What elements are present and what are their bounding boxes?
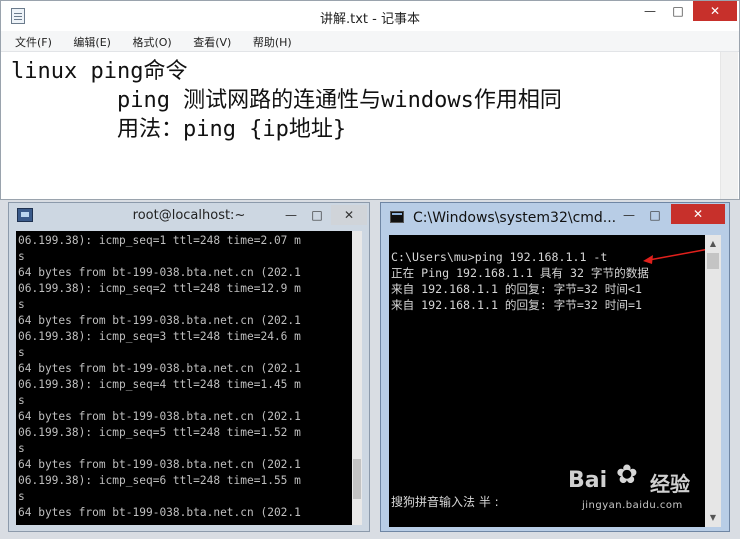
terminal-line: 64 bytes from bt-199-038.bta.net.cn (202… [18,362,301,375]
cmd-icon [390,211,404,223]
terminal-line: 06.199.38): icmp_seq=2 ttl=248 time=12.9… [18,282,301,295]
text-line: ping 测试网路的连通性与windows作用相同 [11,88,562,113]
paw-icon: ✿ [616,460,638,490]
putty-terminal[interactable]: 06.199.38): icmp_seq=1 ttl=248 time=2.07… [16,231,362,525]
baidu-watermark: Bai ✿ 经验 jingyan.baidu.com [560,458,735,522]
text-line: 用法：ping {ip地址} [11,117,347,142]
cmd-titlebar[interactable]: C:\Windows\system32\cmd... — □ ✕ [381,203,729,233]
terminal-output: 06.199.38): icmp_seq=1 ttl=248 time=2.07… [18,233,301,521]
watermark-brand: Bai [568,468,608,493]
putty-window: root@localhost:~ — □ ✕ 06.199.38): icmp_… [8,202,370,532]
scroll-up-icon[interactable]: ▲ [705,237,721,251]
arrow-head [643,255,653,264]
terminal-line: s [18,250,25,263]
terminal-line: 64 bytes from bt-199-038.bta.net.cn (202… [18,314,301,327]
putty-scrollbar[interactable] [352,231,362,525]
terminal-output: C:\Users\mu>ping 192.168.1.1 -t 正在 Ping 1… [391,249,649,313]
menu-file[interactable]: 文件(F) [15,31,52,50]
notepad-menubar: 文件(F) 编辑(E) 格式(O) 查看(V) 帮助(H) [1,31,739,52]
close-button[interactable]: ✕ [331,205,367,225]
maximize-button[interactable]: □ [305,205,329,225]
menu-view[interactable]: 查看(V) [193,31,231,50]
notepad-scrollbar[interactable] [720,52,738,199]
notepad-titlebar[interactable]: 讲解.txt - 记事本 — □ ✕ [1,1,739,31]
maximize-button[interactable]: □ [643,205,667,225]
minimize-button[interactable]: — [617,205,641,225]
notepad-window: 讲解.txt - 记事本 — □ ✕ 文件(F) 编辑(E) 格式(O) 查看(… [0,0,740,200]
terminal-line: s [18,442,25,455]
terminal-line: s [18,394,25,407]
terminal-line: s [18,298,25,311]
menu-format[interactable]: 格式(O) [132,31,171,50]
terminal-line: 06.199.38): icmp_seq=4 ttl=248 time=1.45… [18,378,301,391]
terminal-line: 来自 192.168.1.1 的回复: 字节=32 时间<1 [391,282,642,296]
watermark-url: jingyan.baidu.com [582,500,683,511]
terminal-line: 06.199.38): icmp_seq=3 ttl=248 time=24.6… [18,330,301,343]
terminal-line: 64 bytes from bt-199-038.bta.net.cn (202… [18,506,301,519]
terminal-line: 06.199.38): icmp_seq=6 ttl=248 time=1.55… [18,474,301,487]
watermark-brand-cn: 经验 [650,472,690,496]
terminal-line: 06.199.38): icmp_seq=1 ttl=248 time=2.07… [18,234,301,247]
menu-help[interactable]: 帮助(H) [253,31,292,50]
scrollbar-thumb[interactable] [707,253,719,269]
terminal-line: C:\Users\mu>ping 192.168.1.1 -t [391,250,608,264]
text-line: linux ping命令 [11,59,188,84]
minimize-button[interactable]: — [279,205,303,225]
terminal-line: 64 bytes from bt-199-038.bta.net.cn (202… [18,266,301,279]
minimize-button[interactable]: — [637,1,663,21]
arrow-line [648,248,710,261]
terminal-line: s [18,346,25,359]
scrollbar-thumb[interactable] [353,459,361,499]
maximize-button[interactable]: □ [665,1,691,21]
ime-status: 搜狗拼音输入法 半 : [391,495,499,509]
terminal-line: 64 bytes from bt-199-038.bta.net.cn (202… [18,410,301,423]
cmd-title: C:\Windows\system32\cmd... [413,210,617,226]
red-arrow-icon [643,248,710,264]
close-button[interactable]: ✕ [671,204,725,224]
terminal-line: s [18,490,25,503]
terminal-line: 正在 Ping 192.168.1.1 具有 32 字节的数据 [391,266,649,280]
notepad-editor[interactable]: linux ping命令 ping 测试网路的连通性与windows作用相同 用… [11,57,711,144]
putty-titlebar[interactable]: root@localhost:~ — □ ✕ [9,203,369,229]
close-button[interactable]: ✕ [693,1,737,21]
terminal-line: 06.199.38): icmp_seq=5 ttl=248 time=1.52… [18,426,301,439]
notepad-title: 讲解.txt - 记事本 [320,12,420,27]
terminal-line: 64 bytes from bt-199-038.bta.net.cn (202… [18,458,301,471]
menu-edit[interactable]: 编辑(E) [73,31,111,50]
terminal-line: 来自 192.168.1.1 的回复: 字节=32 时间=1 [391,298,642,312]
